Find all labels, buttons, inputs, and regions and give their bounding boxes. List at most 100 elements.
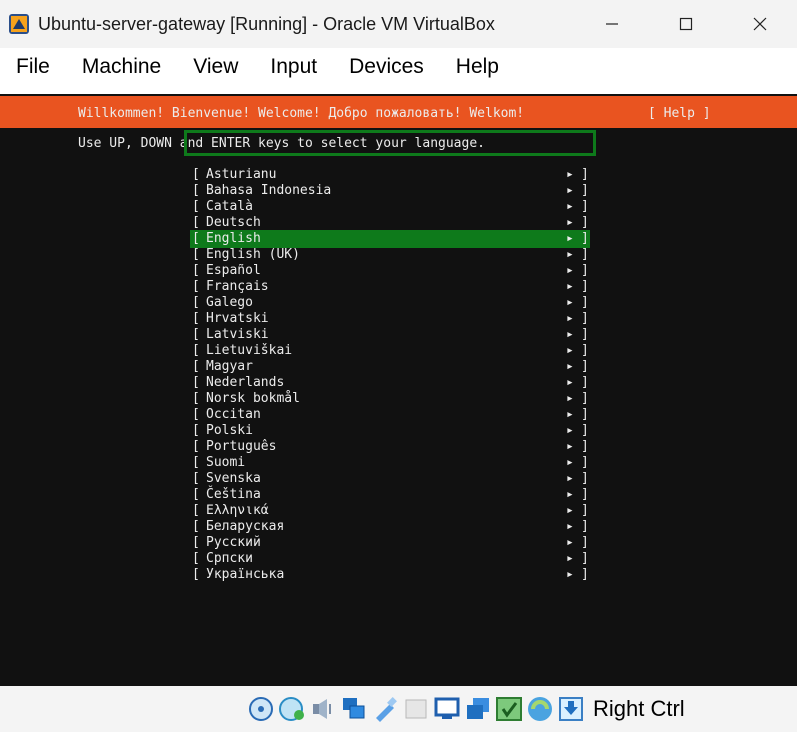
language-option[interactable]: [Русский ▸]	[0, 535, 797, 551]
language-option[interactable]: [Беларуская ▸]	[0, 519, 797, 535]
language-name: Русский	[206, 535, 261, 550]
language-bracket-right: ]	[581, 279, 589, 294]
language-name: Українська	[206, 567, 285, 582]
language-arrow-icon: ▸	[566, 407, 574, 422]
close-button[interactable]	[723, 0, 797, 48]
language-name: Nederlands	[206, 375, 285, 390]
language-option[interactable]: [Bahasa Indonesia ▸]	[0, 183, 797, 199]
language-option[interactable]: [Deutsch ▸]	[0, 215, 797, 231]
language-option[interactable]: [Occitan ▸]	[0, 407, 797, 423]
menu-bar: File Machine View Input Devices Help	[0, 48, 797, 86]
audio-icon[interactable]	[308, 693, 338, 725]
window-title: Ubuntu-server-gateway [Running] - Oracle…	[38, 13, 495, 34]
language-name: Hrvatski	[206, 311, 269, 326]
language-bracket-right: ]	[581, 391, 589, 406]
language-name: Galego	[206, 295, 253, 310]
menu-input[interactable]: Input	[254, 55, 333, 79]
language-bracket-left: [	[192, 375, 200, 390]
minimize-button[interactable]	[575, 0, 649, 48]
menu-view[interactable]: View	[177, 55, 254, 79]
language-arrow-icon: ▸	[566, 439, 574, 454]
status-bar: Right Ctrl	[0, 686, 797, 732]
language-option[interactable]: [Français ▸]	[0, 279, 797, 295]
hard-disk-icon[interactable]	[246, 693, 276, 725]
language-option[interactable]: [Español ▸]	[0, 263, 797, 279]
language-arrow-icon: ▸	[566, 503, 574, 518]
minimize-icon	[606, 23, 618, 25]
language-bracket-right: ]	[581, 487, 589, 502]
language-option[interactable]: [Norsk bokmål ▸]	[0, 391, 797, 407]
language-bracket-right: ]	[581, 535, 589, 550]
optical-drive-icon[interactable]	[277, 693, 307, 725]
language-option[interactable]: [Galego ▸]	[0, 295, 797, 311]
language-name: Српски	[206, 551, 253, 566]
network-icon[interactable]	[339, 693, 369, 725]
menu-devices[interactable]: Devices	[333, 55, 440, 79]
language-bracket-left: [	[192, 327, 200, 342]
help-button[interactable]: [ Help ]	[648, 106, 711, 122]
close-icon	[753, 17, 767, 31]
language-option[interactable]: [English ▸]	[0, 230, 797, 248]
language-option[interactable]: [Asturianu ▸]	[0, 167, 797, 183]
cpu-activity-icon[interactable]	[525, 693, 555, 725]
language-name: Suomi	[206, 455, 246, 470]
virtualbox-app-icon[interactable]	[8, 13, 30, 35]
language-option[interactable]: [Lietuviškai ▸]	[0, 343, 797, 359]
maximize-button[interactable]	[649, 0, 723, 48]
language-name: Français	[206, 279, 269, 294]
language-bracket-left: [	[192, 231, 200, 246]
language-bracket-left: [	[192, 455, 200, 470]
maximize-icon	[679, 17, 693, 31]
shared-folders-icon[interactable]	[401, 693, 431, 725]
recording-icon[interactable]	[494, 693, 524, 725]
language-bracket-left: [	[192, 343, 200, 358]
vm-display[interactable]: Willkommen! Bienvenue! Welcome! Добро по…	[0, 94, 797, 686]
language-bracket-left: [	[192, 279, 200, 294]
language-name: Occitan	[206, 407, 261, 422]
language-option[interactable]: [Nederlands ▸]	[0, 375, 797, 391]
language-bracket-right: ]	[581, 423, 589, 438]
language-bracket-left: [	[192, 295, 200, 310]
language-arrow-icon: ▸	[566, 375, 574, 390]
language-name: English	[206, 231, 261, 246]
language-arrow-icon: ▸	[566, 247, 574, 262]
host-key-arrow-icon[interactable]	[556, 693, 586, 725]
language-option[interactable]: [Svenska ▸]	[0, 471, 797, 487]
menu-machine[interactable]: Machine	[66, 55, 177, 79]
installer-header: Willkommen! Bienvenue! Welcome! Добро по…	[0, 96, 797, 128]
language-arrow-icon: ▸	[566, 295, 574, 310]
language-bracket-left: [	[192, 503, 200, 518]
language-name: Català	[206, 199, 253, 214]
language-option[interactable]: [Polski ▸]	[0, 423, 797, 439]
selection-highlight-frame	[184, 130, 596, 156]
language-option[interactable]: [Čeština ▸]	[0, 487, 797, 503]
language-option[interactable]: [Ελληνικά ▸]	[0, 503, 797, 519]
language-option[interactable]: [Српски ▸]	[0, 551, 797, 567]
language-bracket-right: ]	[581, 407, 589, 422]
usb-icon[interactable]	[370, 693, 400, 725]
language-option[interactable]: [Suomi ▸]	[0, 455, 797, 471]
video-capture-icon[interactable]	[463, 693, 493, 725]
language-option[interactable]: [English (UK) ▸]	[0, 247, 797, 263]
language-bracket-left: [	[192, 471, 200, 486]
language-bracket-left: [	[192, 263, 200, 278]
host-key-label: Right Ctrl	[593, 696, 685, 721]
language-arrow-icon: ▸	[566, 551, 574, 566]
language-bracket-left: [	[192, 423, 200, 438]
language-arrow-icon: ▸	[566, 199, 574, 214]
language-option[interactable]: [Latviski ▸]	[0, 327, 797, 343]
language-bracket-left: [	[192, 215, 200, 230]
language-arrow-icon: ▸	[566, 359, 574, 374]
menu-help[interactable]: Help	[440, 55, 515, 79]
language-name: Lietuviškai	[206, 343, 293, 358]
language-bracket-left: [	[192, 247, 200, 262]
language-bracket-right: ]	[581, 311, 589, 326]
language-option[interactable]: [Català ▸]	[0, 199, 797, 215]
language-bracket-left: [	[192, 519, 200, 534]
language-option[interactable]: [Magyar ▸]	[0, 359, 797, 375]
menu-file[interactable]: File	[0, 55, 66, 79]
display-icon[interactable]	[432, 693, 462, 725]
language-option[interactable]: [Українська ▸]	[0, 567, 797, 583]
language-option[interactable]: [Português ▸]	[0, 439, 797, 455]
language-option[interactable]: [Hrvatski ▸]	[0, 311, 797, 327]
